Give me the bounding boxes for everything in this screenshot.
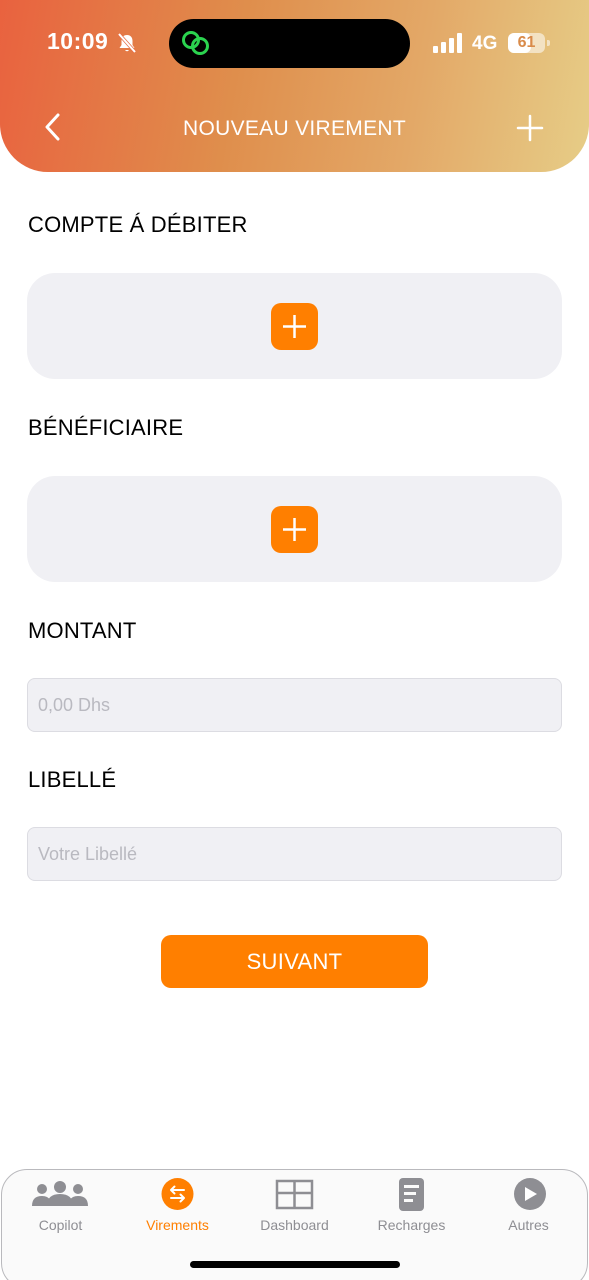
signal-icon bbox=[433, 33, 462, 53]
dashboard-icon bbox=[275, 1179, 314, 1210]
tab-label: Autres bbox=[508, 1217, 549, 1233]
tab-label: Virements bbox=[146, 1217, 209, 1233]
home-indicator bbox=[190, 1261, 400, 1268]
add-plus-icon[interactable] bbox=[514, 112, 546, 144]
plus-icon bbox=[283, 518, 306, 541]
play-circle-icon bbox=[514, 1178, 546, 1210]
wording-input[interactable] bbox=[27, 827, 562, 881]
tab-autres[interactable]: Autres bbox=[470, 1170, 587, 1250]
next-button[interactable]: SUIVANT bbox=[161, 935, 428, 988]
tab-virements[interactable]: Virements bbox=[119, 1170, 236, 1250]
debit-account-label: COMPTE Á DÉBITER bbox=[28, 212, 248, 237]
add-debit-account-button[interactable] bbox=[271, 303, 318, 350]
amount-input[interactable] bbox=[27, 678, 562, 732]
beneficiary-label: BÉNÉFICIAIRE bbox=[28, 415, 184, 440]
dynamic-island bbox=[169, 19, 410, 68]
link-activity-icon bbox=[182, 31, 209, 55]
debit-account-picker[interactable] bbox=[27, 273, 562, 379]
group-icon bbox=[32, 1181, 88, 1206]
document-icon bbox=[399, 1178, 424, 1211]
tab-dashboard[interactable]: Dashboard bbox=[236, 1170, 353, 1250]
battery-level: 61 bbox=[517, 34, 536, 51]
status-time: 10:09 bbox=[47, 28, 109, 54]
tab-label: Recharges bbox=[377, 1217, 446, 1233]
plus-icon bbox=[283, 315, 306, 338]
network-type: 4G bbox=[472, 33, 498, 54]
transfer-icon bbox=[161, 1178, 194, 1210]
header: 10:09 4G 61 NOUVEAU VIREMENT bbox=[0, 0, 589, 172]
bell-muted-icon bbox=[117, 32, 137, 54]
wording-label: LIBELLÉ bbox=[28, 767, 117, 792]
tab-label: Copilot bbox=[38, 1217, 83, 1233]
battery-icon: 61 bbox=[508, 33, 550, 53]
amount-label: MONTANT bbox=[28, 618, 137, 643]
tab-copilot[interactable]: Copilot bbox=[2, 1170, 119, 1250]
tab-label: Dashboard bbox=[260, 1217, 329, 1233]
beneficiary-picker[interactable] bbox=[27, 476, 562, 582]
add-beneficiary-button[interactable] bbox=[271, 506, 318, 553]
page-title: NOUVEAU VIREMENT bbox=[183, 117, 406, 140]
tab-recharges[interactable]: Recharges bbox=[353, 1170, 470, 1250]
